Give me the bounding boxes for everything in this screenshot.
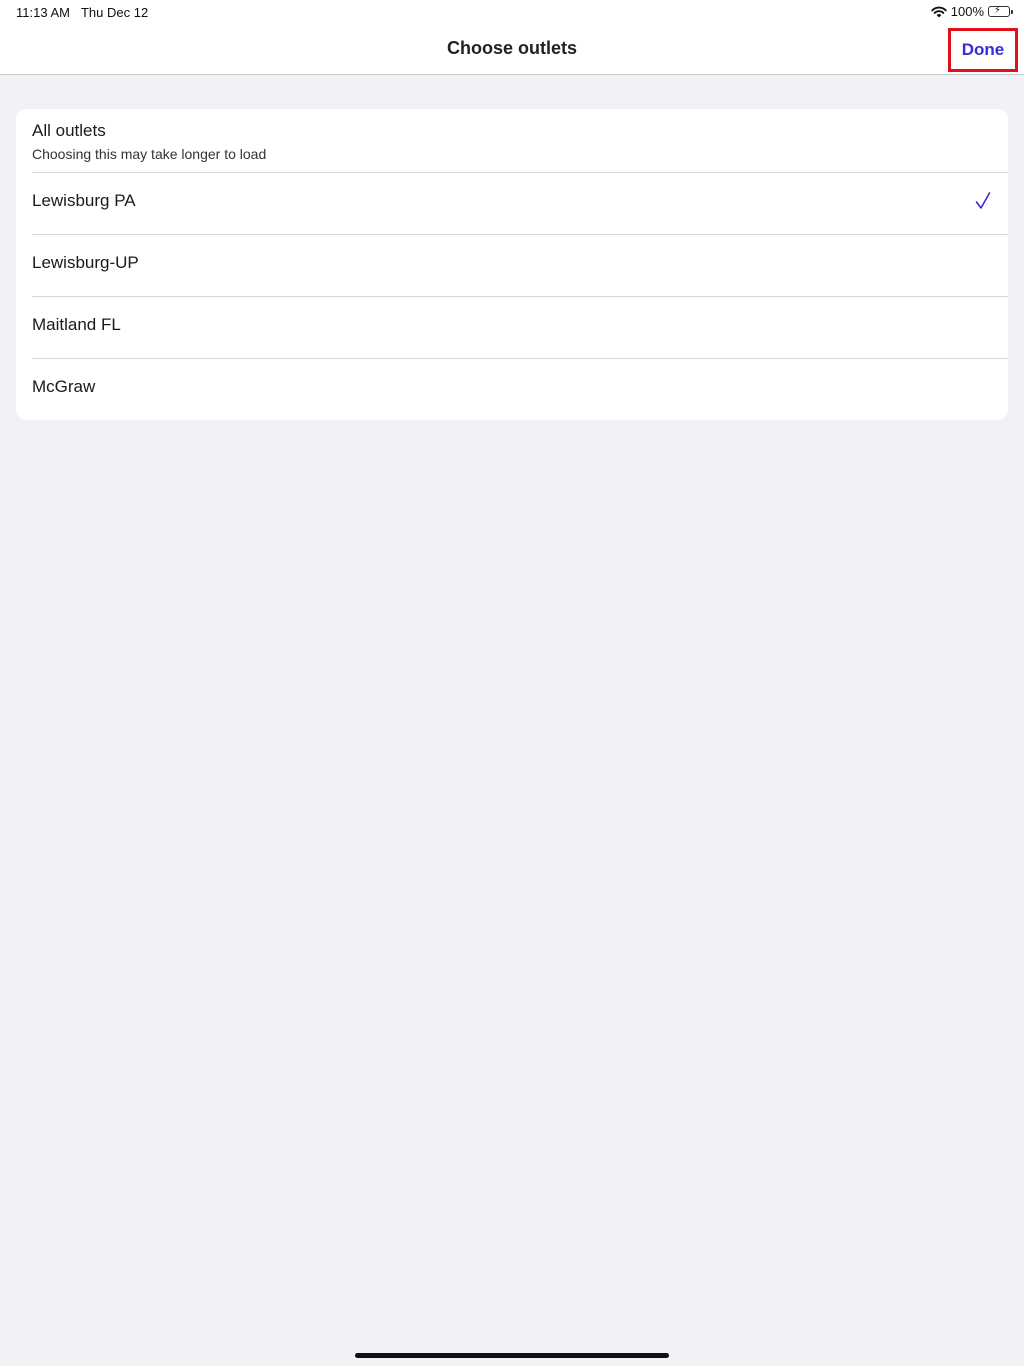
status-time: 11:13 AM	[16, 5, 70, 20]
outlet-subtitle: Choosing this may take longer to load	[32, 146, 267, 162]
status-left: 11:13 AM Thu Dec 12	[16, 5, 148, 20]
outlet-row[interactable]: Lewisburg-UP	[16, 234, 1008, 296]
done-button[interactable]: Done	[948, 28, 1018, 72]
outlet-label: Lewisburg-UP	[32, 253, 139, 272]
wifi-icon	[931, 6, 947, 17]
outlet-label: All outlets	[32, 121, 106, 140]
outlet-row[interactable]: Lewisburg PA	[16, 172, 1008, 234]
page-title: Choose outlets	[446, 38, 577, 58]
home-indicator[interactable]	[355, 1353, 669, 1358]
checkmark-icon	[975, 192, 991, 209]
battery-percent: 100%	[950, 4, 984, 19]
outlet-row[interactable]: McGraw	[16, 358, 1008, 420]
status-date: Thu Dec 12	[80, 5, 149, 20]
status-right: 100% ⚡	[931, 4, 1013, 19]
outlet-row[interactable]: Maitland FL	[16, 296, 1008, 358]
outlet-label: Lewisburg PA	[32, 191, 136, 210]
battery-charging-icon: ⚡	[988, 5, 1013, 17]
navigation-bar: Choose outlets Done	[0, 24, 1024, 75]
status-bar: 11:13 AM Thu Dec 12 100% ⚡	[0, 0, 1024, 24]
outlet-label: Maitland FL	[32, 315, 121, 334]
outlet-row-all[interactable]: All outlets Choosing this may take longe…	[16, 109, 1008, 172]
outlet-list: All outlets Choosing this may take longe…	[16, 109, 1008, 420]
outlet-label: McGraw	[32, 377, 96, 396]
